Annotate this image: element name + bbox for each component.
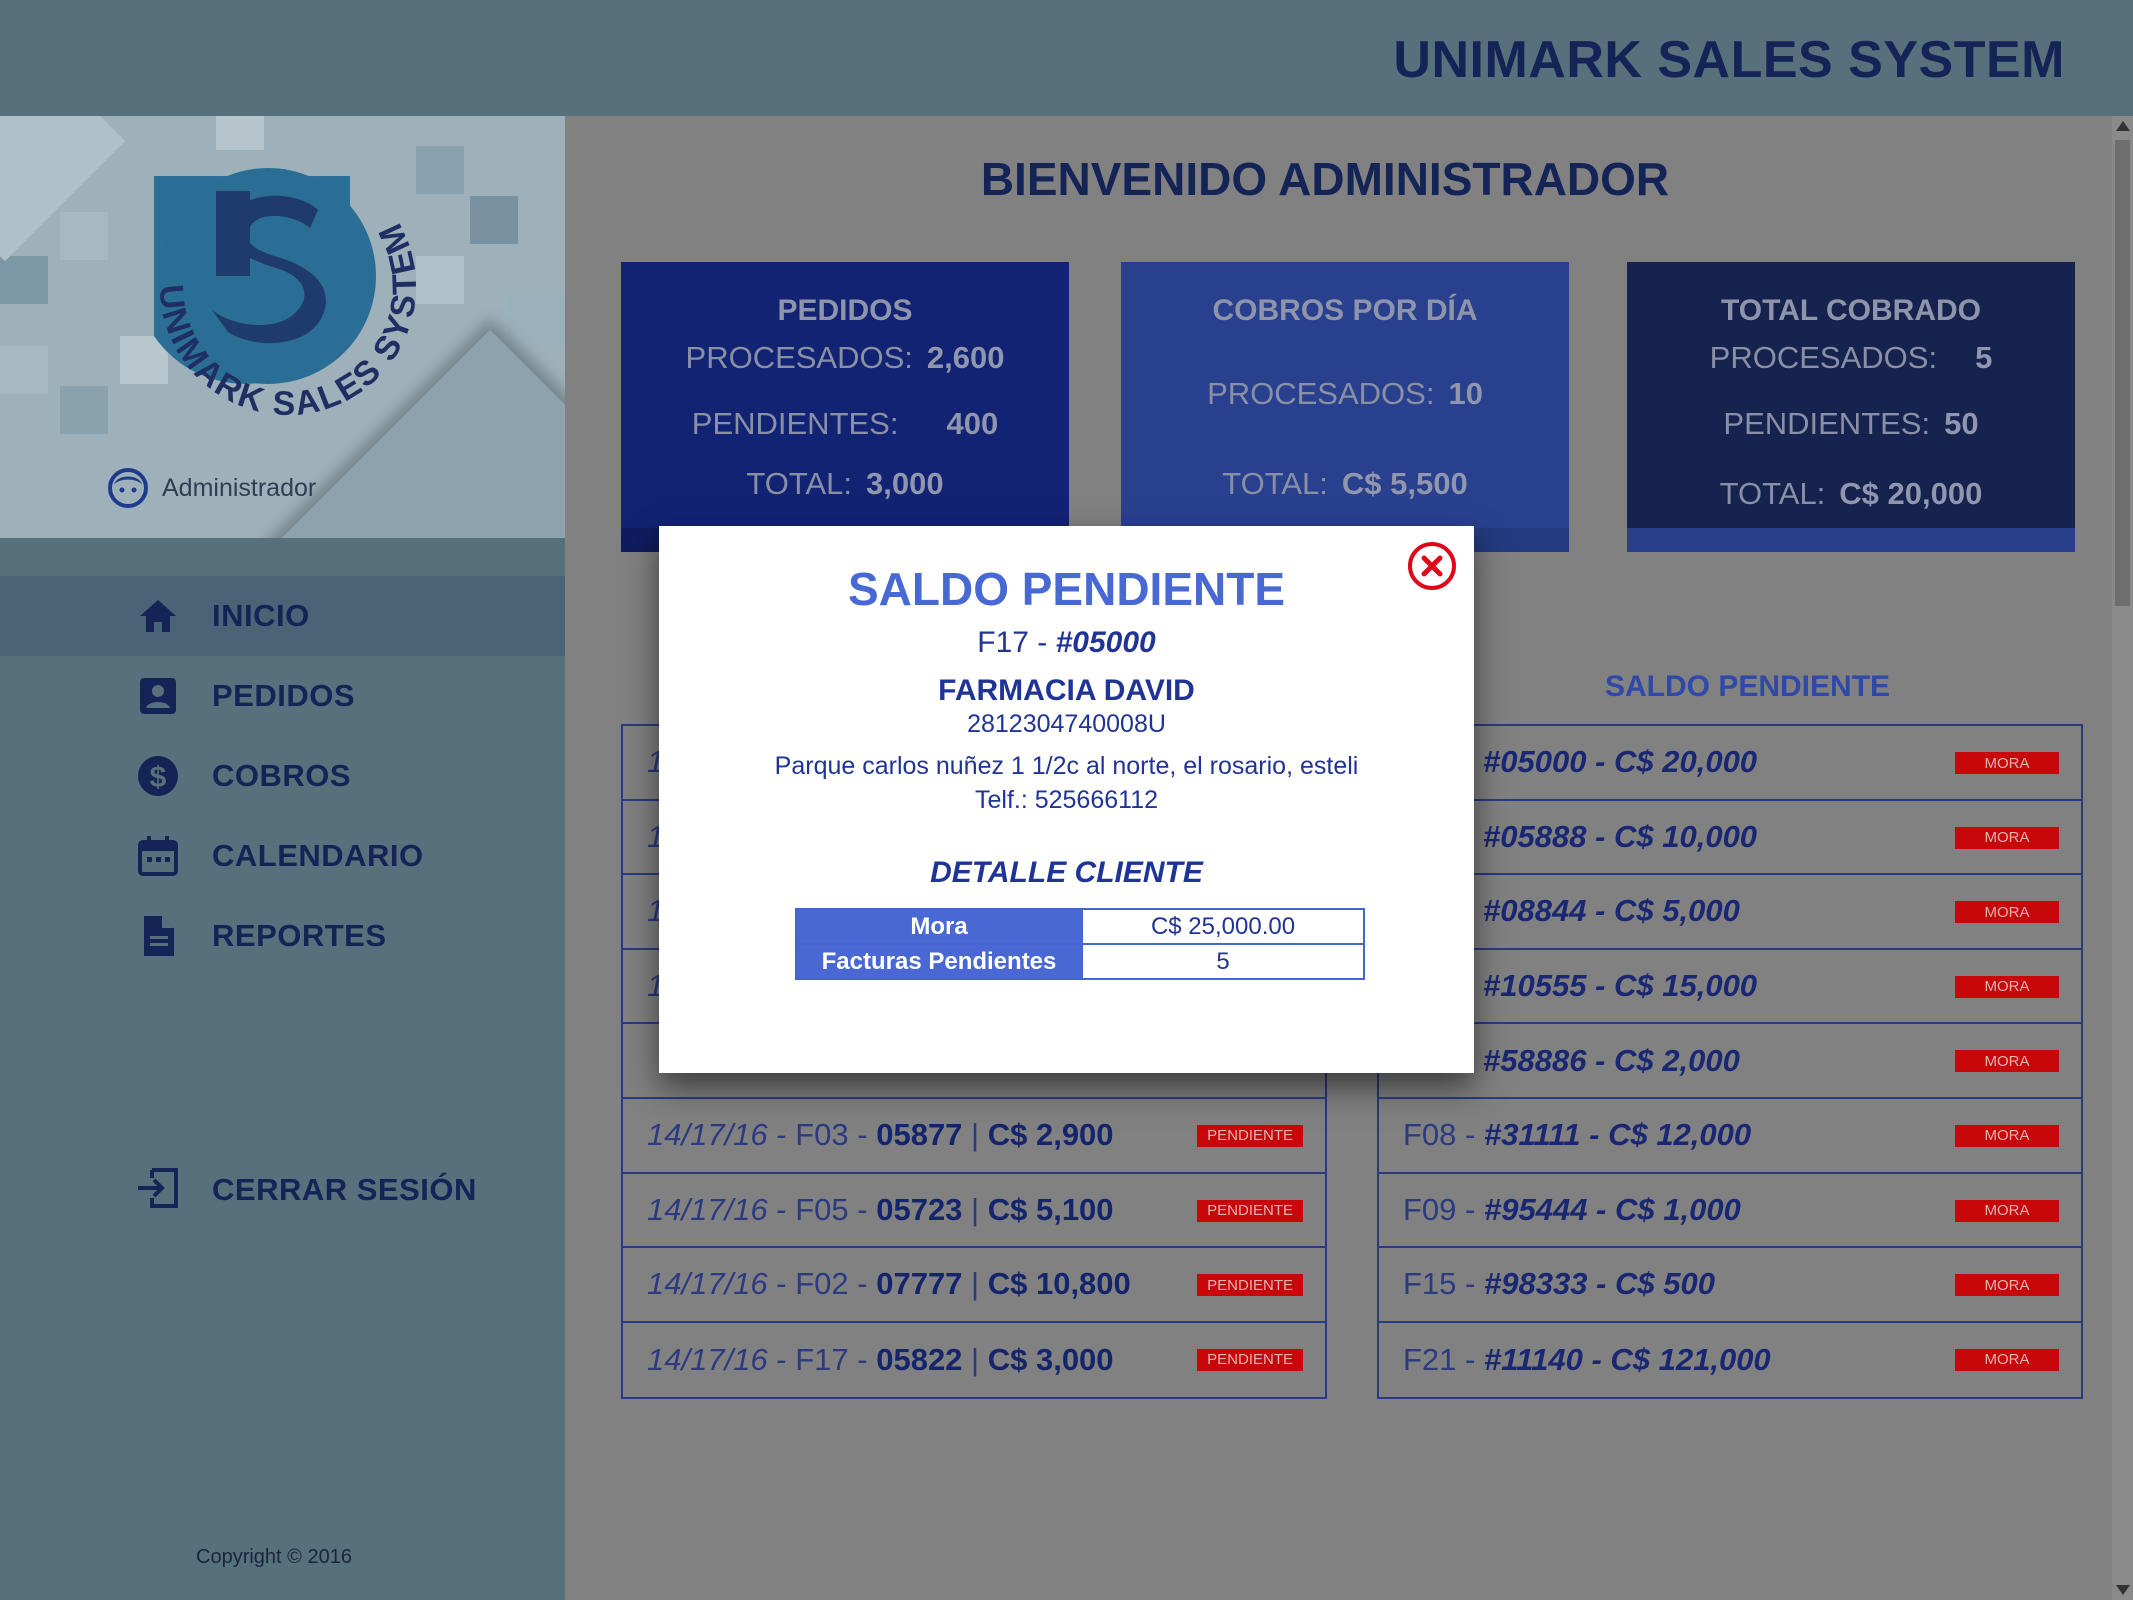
list-item[interactable]: #05888 - C$ 10,000 MORA [1379, 801, 2081, 876]
user-face-icon [108, 468, 148, 508]
top-bar: UNIMARK SALES SYSTEM [0, 0, 2133, 116]
client-detail-table: Mora C$ 25,000.00 Facturas Pendientes 5 [795, 908, 1365, 980]
detail-label: Facturas Pendientes [795, 943, 1083, 980]
outstanding-balance-list: #05000 - C$ 20,000 MORA #05888 - C$ 10,00… [1377, 724, 2083, 1400]
sidebar-item-pedidos[interactable]: PEDIDOS [0, 656, 565, 736]
card-row: TOTAL: C$ 5,500 [1222, 466, 1468, 501]
status-badge: PENDIENTE [1197, 1348, 1303, 1371]
detail-value: C$ 25,000.00 [1081, 908, 1365, 945]
list-item[interactable]: 14/17/16 - F17 - 05822 | C$ 3,000 PENDIE… [623, 1323, 1325, 1398]
list-item[interactable]: F21 - #11140 - C$ 121,000 MORA [1379, 1323, 2081, 1398]
sidebar-item-label: CALENDARIO [212, 838, 424, 873]
sidebar-nav: INICIO PEDIDOS $ COBROS CALENDARIO REPOR… [0, 576, 565, 976]
list-item[interactable]: #58886 - C$ 2,000 MORA [1379, 1024, 2081, 1099]
scroll-down-arrow-icon[interactable] [2116, 1585, 2130, 1595]
status-badge: PENDIENTE [1197, 1124, 1303, 1147]
scrollbar-thumb[interactable] [2115, 140, 2130, 606]
contact-card-icon [136, 674, 180, 718]
card-footer-bar [1627, 528, 2075, 552]
status-badge: MORA [1955, 826, 2059, 849]
saldo-pendiente-modal: SALDO PENDIENTE F17 - #05000 FARMACIA DA… [659, 526, 1474, 1073]
list-item[interactable]: #08844 - C$ 5,000 MORA [1379, 875, 2081, 950]
status-badge: MORA [1955, 1274, 2059, 1297]
status-badge: MORA [1955, 1199, 2059, 1222]
status-badge: MORA [1955, 901, 2059, 924]
table-row: Facturas Pendientes 5 [795, 943, 1365, 980]
user-info[interactable]: Administrador [108, 468, 316, 508]
user-name: Administrador [162, 473, 317, 502]
detail-label: Mora [795, 908, 1083, 945]
list-item[interactable]: #05000 - C$ 20,000 MORA [1379, 726, 2081, 801]
client-name: FARMACIA DAVID [938, 674, 1195, 707]
status-badge: PENDIENTE [1197, 1199, 1303, 1222]
list-item[interactable]: 14/17/16 - F05 - 05723 | C$ 5,100 PENDIE… [623, 1174, 1325, 1249]
sidebar-item-label: PEDIDOS [212, 678, 356, 713]
status-badge: MORA [1955, 975, 2059, 998]
card-title: TOTAL COBRADO [1721, 294, 1981, 327]
modal-title: SALDO PENDIENTE [847, 563, 1286, 615]
sidebar-item-calendario[interactable]: CALENDARIO [0, 816, 565, 896]
logout-button[interactable]: CERRAR SESIÓN [0, 1150, 565, 1230]
sidebar-item-label: INICIO [212, 598, 310, 633]
sidebar-item-label: REPORTES [212, 918, 387, 953]
client-address: Parque carlos nuñez 1 1/2c al norte, el … [774, 752, 1359, 780]
document-icon [136, 914, 180, 958]
list-item[interactable]: F09 - #95444 - C$ 1,000 MORA [1379, 1174, 2081, 1249]
status-badge: PENDIENTE [1197, 1274, 1303, 1297]
list-item[interactable]: #10555 - C$ 15,000 MORA [1379, 950, 2081, 1025]
table-row: Mora C$ 25,000.00 [795, 908, 1365, 945]
card-row: PROCESADOS: 2,600 [685, 340, 1005, 375]
card-title: COBROS POR DÍA [1212, 294, 1478, 327]
sidebar-item-cobros[interactable]: $ COBROS [0, 736, 565, 816]
list-item[interactable]: F15 - #98333 - C$ 500 MORA [1379, 1248, 2081, 1323]
status-badge: MORA [1955, 1348, 2059, 1371]
card-row: PROCESADOS: 5 [1709, 340, 1993, 375]
list-item[interactable]: 14/17/16 - F02 - 07777 | C$ 10,800 PENDI… [623, 1248, 1325, 1323]
card-row: PROCESADOS: 10 [1207, 376, 1483, 411]
invoice-reference: F17 - #05000 [977, 626, 1156, 659]
logout-label: CERRAR SESIÓN [212, 1172, 477, 1207]
sidebar: UNIMARK SALES SYSTEM Administrador INICI… [0, 116, 565, 1600]
card-cobros-por-dia: COBROS POR DÍA PROCESADOS: 10 TOTAL: C$ 5,… [1121, 262, 1569, 552]
welcome-heading: BIENVENIDO ADMINISTRADOR [980, 153, 1670, 205]
detail-value: 5 [1081, 943, 1365, 980]
sidebar-item-inicio[interactable]: INICIO [0, 576, 565, 656]
copyright-text: Copyright © 2016 [196, 1546, 352, 1568]
card-row: PENDIENTES: 400 [691, 406, 999, 441]
card-total-cobrado: TOTAL COBRADO PROCESADOS: 5 PENDIENTES: 50… [1627, 262, 2075, 552]
home-icon [136, 594, 180, 638]
card-row: TOTAL: 3,000 [746, 466, 944, 501]
right-list-title: SALDO PENDIENTE [1605, 670, 1891, 703]
list-item[interactable]: 14/17/16 - F03 - 05877 | C$ 2,900 PENDIE… [623, 1099, 1325, 1174]
calendar-icon [136, 834, 180, 878]
dollar-circle-icon: $ [136, 754, 180, 798]
vertical-scrollbar[interactable] [2112, 116, 2133, 1600]
list-item[interactable]: F08 - #31111 - C$ 12,000 MORA [1379, 1099, 2081, 1174]
close-circle-icon[interactable] [1406, 540, 1458, 592]
card-pedidos: PEDIDOS PROCESADOS: 2,600 PENDIENTES: 400 … [621, 262, 1069, 552]
exit-icon [136, 1166, 180, 1215]
unimark-logo: UNIMARK SALES SYSTEM [151, 168, 422, 423]
client-id: 2812304740008U [967, 710, 1166, 738]
sidebar-item-reportes[interactable]: REPORTES [0, 896, 565, 976]
client-phone: Telf.: 525666112 [974, 786, 1159, 814]
status-badge: MORA [1955, 1050, 2059, 1073]
status-badge: MORA [1955, 752, 2059, 774]
brand-panel: UNIMARK SALES SYSTEM Administrador [0, 116, 565, 538]
svg-text:$: $ [150, 761, 167, 794]
card-row: PENDIENTES: 50 [1723, 406, 1979, 441]
status-badge: MORA [1955, 1124, 2059, 1147]
scroll-up-arrow-icon[interactable] [2116, 121, 2130, 131]
card-title: PEDIDOS [777, 294, 913, 327]
sidebar-item-label: COBROS [212, 758, 352, 793]
detail-title: DETALLE CLIENTE [930, 856, 1203, 889]
card-row: TOTAL: C$ 20,000 [1719, 476, 1983, 511]
app-title: UNIMARK SALES SYSTEM [1393, 31, 2065, 89]
